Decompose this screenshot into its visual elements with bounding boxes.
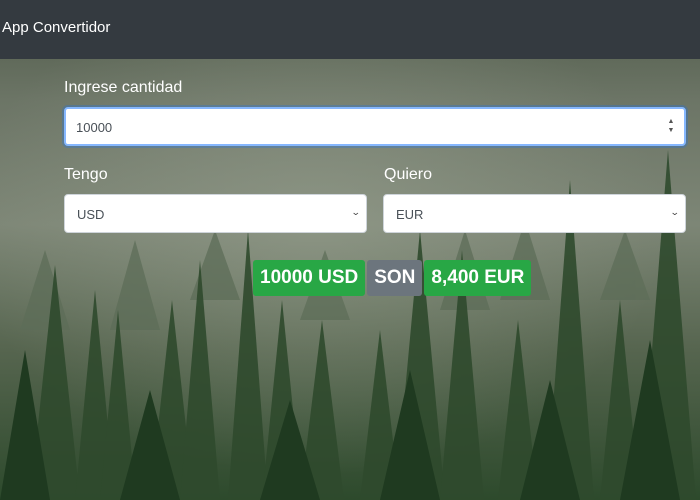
amount-label: Ingrese cantidad <box>64 79 183 96</box>
source-amount-badge: 10000 USD <box>253 260 366 296</box>
chevron-down-icon: ⌄ <box>351 207 362 217</box>
want-currency-select[interactable]: EUR ⌄ <box>383 194 686 233</box>
have-currency-select[interactable]: USD ⌄ <box>64 194 367 233</box>
want-currency-value: EUR <box>396 207 424 222</box>
amount-field[interactable]: ▲▼ <box>64 107 686 146</box>
navbar: App Convertidor <box>0 0 700 59</box>
have-label: Tengo <box>64 166 108 183</box>
have-currency-value: USD <box>77 207 105 222</box>
converted-amount-badge: 8,400 EUR <box>424 260 532 296</box>
forest-background <box>0 0 700 500</box>
connector-badge: SON <box>367 260 423 296</box>
chevron-down-icon: ⌄ <box>670 207 681 217</box>
want-label: Quiero <box>384 166 433 183</box>
conversion-result: 10000 USD SON 8,400 EUR <box>253 260 533 296</box>
amount-input[interactable] <box>76 118 656 136</box>
number-spinner-icon[interactable]: ▲ ▼ <box>666 117 676 137</box>
app-title[interactable]: App Convertidor <box>2 19 110 36</box>
